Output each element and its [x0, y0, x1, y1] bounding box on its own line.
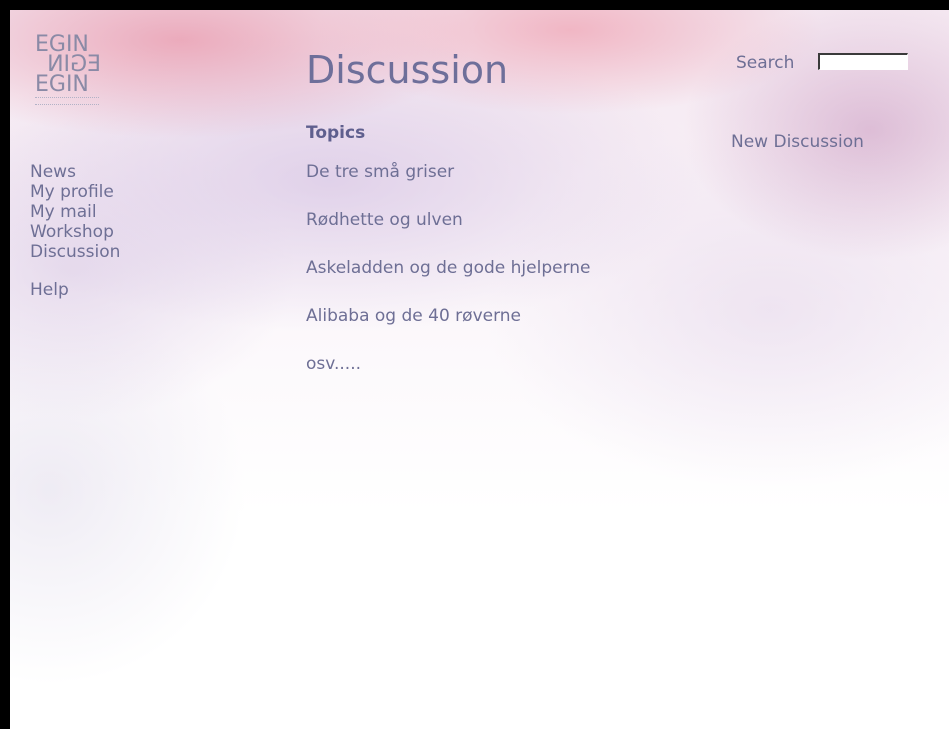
topics-heading: Topics [306, 123, 366, 143]
topic-link-de-tre-sma-griser[interactable]: De tre små griser [306, 162, 454, 182]
sidebar-item-my-profile[interactable]: My profile [30, 182, 120, 202]
topic-link-alibaba[interactable]: Alibaba og de 40 røverne [306, 306, 521, 326]
new-discussion-link[interactable]: New Discussion [731, 132, 864, 152]
logo-text-bottom: EGIN [35, 72, 89, 97]
search-input[interactable] [818, 53, 908, 70]
logo-text-mirrored: EGIN [47, 52, 101, 77]
topic-link-more[interactable]: osv..... [306, 354, 361, 374]
sidebar-nav: News My profile My mail Workshop Discuss… [30, 162, 120, 300]
egin-logo[interactable]: EGIN EGIN EGIN [35, 34, 117, 105]
sidebar-item-help[interactable]: Help [30, 280, 120, 300]
search-label: Search [736, 53, 795, 73]
sidebar-item-news[interactable]: News [30, 162, 120, 182]
sidebar-item-discussion[interactable]: Discussion [30, 242, 120, 262]
page-title: Discussion [306, 48, 509, 92]
page-frame: EGIN EGIN EGIN News My profile My mail W… [0, 0, 949, 729]
topic-link-askeladden[interactable]: Askeladden og de gode hjelperne [306, 258, 591, 278]
topic-link-rodhette-og-ulven[interactable]: Rødhette og ulven [306, 210, 463, 230]
sidebar-item-workshop[interactable]: Workshop [30, 222, 120, 242]
logo-tagline [35, 97, 99, 105]
background-gradient [10, 10, 949, 729]
sidebar-item-my-mail[interactable]: My mail [30, 202, 120, 222]
